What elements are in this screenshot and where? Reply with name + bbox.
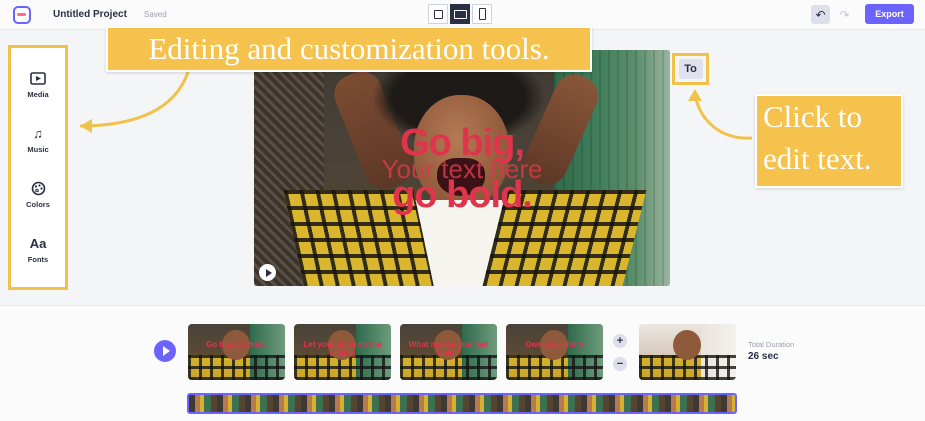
- portrait-ratio-icon: [478, 8, 486, 20]
- timeline-clip-3[interactable]: What makes you feel bold?: [400, 324, 497, 380]
- redo-button[interactable]: ↷: [835, 5, 854, 24]
- timeline-play-button[interactable]: [154, 340, 176, 362]
- edit-text-callout: Click to edit text.: [755, 94, 903, 188]
- timeline-clip-2[interactable]: Let your style do the talking: [294, 324, 391, 380]
- app-logo-icon[interactable]: [13, 6, 31, 24]
- timeline-clip-1[interactable]: Go big, go bold.: [188, 324, 285, 380]
- square-ratio-icon: [433, 9, 443, 19]
- aspect-landscape-button[interactable]: [450, 4, 470, 24]
- landscape-ratio-icon: [453, 9, 467, 19]
- play-icon: [265, 268, 272, 277]
- sidebar-item-label: Fonts: [27, 255, 49, 264]
- overlay-headline-bottom[interactable]: go bold.: [254, 174, 670, 217]
- fonts-icon: Aa: [29, 235, 47, 251]
- aspect-ratio-selector: [428, 4, 492, 24]
- music-note-icon: ♫: [33, 125, 43, 141]
- timeline-clip-5[interactable]: [639, 324, 736, 380]
- tools-callout: Editing and customization tools.: [106, 26, 592, 72]
- aspect-portrait-button[interactable]: [472, 4, 492, 24]
- tools-sidebar: Media ♫ Music Colors Aa Fonts: [8, 45, 68, 290]
- sidebar-item-label: Music: [27, 145, 49, 154]
- undo-icon: ↶: [815, 7, 826, 22]
- clip-caption: Let your style do the talking: [303, 340, 382, 358]
- export-button[interactable]: Export: [865, 4, 914, 24]
- play-icon: [162, 346, 170, 356]
- clip-thumbnail-face: [673, 330, 701, 360]
- edit-text-callout-line2: edit text.: [763, 141, 872, 176]
- sidebar-item-colors[interactable]: Colors: [11, 179, 65, 223]
- text-tool-label: To: [678, 59, 703, 79]
- sidebar-item-label: Colors: [26, 200, 50, 209]
- media-icon: [30, 69, 46, 87]
- preview-play-button[interactable]: [259, 264, 276, 281]
- sidebar-item-fonts[interactable]: Aa Fonts: [11, 234, 65, 278]
- clip-caption: Go big, go bold.: [206, 340, 267, 349]
- add-clip-button[interactable]: +: [613, 334, 627, 348]
- video-preview-canvas[interactable]: Go big, Your text here go bold.: [254, 50, 670, 286]
- sidebar-item-label: Media: [27, 90, 49, 99]
- redo-icon: ↷: [839, 7, 850, 22]
- aspect-square-button[interactable]: [428, 4, 448, 24]
- save-status: Saved: [144, 10, 167, 19]
- total-duration-value: 26 sec: [748, 351, 779, 362]
- undo-button[interactable]: ↶: [811, 5, 830, 24]
- clip-caption: What makes you feel bold?: [408, 340, 489, 358]
- total-duration-label: Total Duration: [748, 340, 795, 349]
- timeline-filmstrip[interactable]: [187, 393, 737, 414]
- remove-clip-button[interactable]: −: [613, 357, 627, 371]
- sidebar-item-media[interactable]: Media: [11, 69, 65, 113]
- palette-icon: [31, 179, 46, 197]
- project-title[interactable]: Untitled Project: [53, 9, 127, 20]
- sidebar-item-music[interactable]: ♫ Music: [11, 124, 65, 168]
- timeline-clip-4[interactable]: Own your story: [506, 324, 603, 380]
- text-tool-button[interactable]: To: [672, 53, 709, 85]
- clip-caption: Own your story: [525, 340, 584, 349]
- edit-text-callout-line1: Click to: [763, 99, 863, 134]
